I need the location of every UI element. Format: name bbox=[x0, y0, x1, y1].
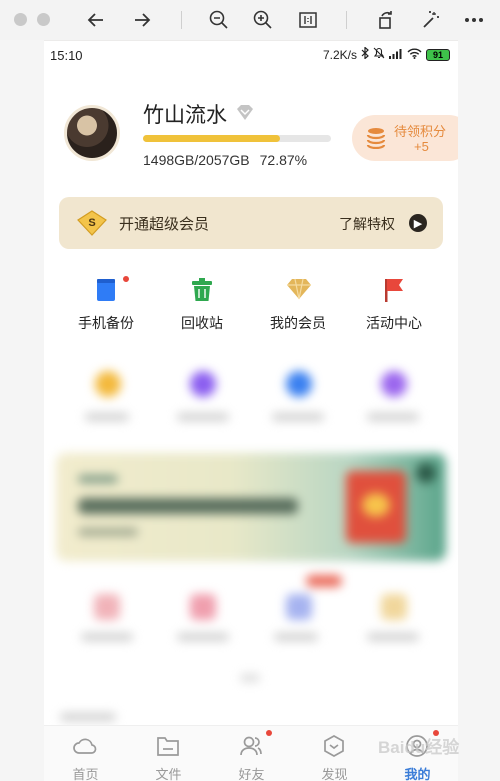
blurred-label bbox=[177, 413, 229, 421]
blurred-close-icon bbox=[416, 463, 436, 483]
tab-label: 好友 bbox=[238, 767, 265, 781]
avatar[interactable] bbox=[64, 105, 120, 161]
notification-dot bbox=[266, 730, 272, 736]
blurred-logo bbox=[78, 475, 118, 483]
super-vip-banner[interactable]: S 开通超级会员 了解特权 ▶ bbox=[59, 197, 443, 249]
menu-label: 活动中心 bbox=[366, 315, 422, 331]
blurred-icon bbox=[190, 371, 216, 397]
phone-screen: 15:10 7.2K/s 91 竹山流水 1498GB/2057GB 72.87% bbox=[44, 41, 458, 781]
coin-stack-icon bbox=[366, 127, 386, 150]
menu-item-my-membership[interactable]: 我的会员 bbox=[253, 273, 343, 333]
tab-label: 首页 bbox=[72, 767, 99, 781]
blurred-headline bbox=[78, 498, 298, 514]
discover-icon bbox=[321, 734, 347, 758]
mute-icon bbox=[373, 47, 385, 62]
tab-home[interactable]: 首页 bbox=[44, 726, 127, 781]
zoom-in-icon[interactable] bbox=[251, 8, 275, 32]
rotate-icon[interactable] bbox=[374, 8, 398, 32]
menu-item-recycle-bin[interactable]: 回收站 bbox=[157, 273, 247, 333]
blurred-label bbox=[272, 413, 324, 421]
toolbar-divider bbox=[181, 11, 182, 29]
canvas-margin-left bbox=[0, 40, 44, 781]
cloud-icon bbox=[72, 734, 98, 758]
wifi-icon bbox=[407, 48, 422, 62]
zoom-out-icon[interactable] bbox=[207, 8, 231, 32]
blurred-icon bbox=[286, 371, 312, 397]
blurred-icon bbox=[95, 371, 121, 397]
menu-item-event-center[interactable]: 活动中心 bbox=[349, 273, 439, 333]
blurred-label bbox=[367, 633, 419, 641]
forward-arrow-icon[interactable] bbox=[130, 8, 154, 32]
blurred-icon bbox=[94, 594, 120, 620]
vip-learn-more-link[interactable]: 了解特权 bbox=[339, 214, 395, 234]
blurred-icon bbox=[190, 594, 216, 620]
blurred-label bbox=[367, 413, 419, 421]
menu-label: 我的会员 bbox=[270, 315, 326, 331]
points-value: +5 bbox=[414, 139, 429, 154]
tab-friends[interactable]: 好友 bbox=[210, 726, 293, 781]
blurred-label bbox=[274, 633, 318, 641]
storage-used: 1498GB/2057GB bbox=[143, 152, 250, 168]
storage-progress-bar bbox=[143, 135, 331, 142]
status-bar: 15:10 7.2K/s 91 bbox=[44, 41, 458, 69]
storage-percent: 72.87% bbox=[259, 152, 308, 168]
tab-label: 发现 bbox=[321, 767, 348, 781]
tab-files[interactable]: 文件 bbox=[127, 726, 210, 781]
tab-discover[interactable]: 发现 bbox=[293, 726, 376, 781]
blurred-section-title bbox=[60, 713, 116, 721]
diamond-icon bbox=[286, 277, 311, 303]
close-window-icon[interactable] bbox=[14, 13, 27, 26]
minimize-window-icon[interactable] bbox=[37, 13, 50, 26]
blurred-label bbox=[85, 413, 129, 421]
svg-text:S: S bbox=[88, 217, 95, 229]
menu-label: 手机备份 bbox=[78, 315, 134, 331]
image-viewer-toolbar bbox=[0, 0, 500, 40]
chevron-right-icon[interactable]: ▶ bbox=[409, 214, 427, 232]
network-speed: 7.2K/s bbox=[322, 47, 357, 62]
blurred-badge bbox=[306, 575, 342, 587]
toolbar-divider bbox=[346, 11, 347, 29]
pending-points-button[interactable]: 待领积分 +5 bbox=[352, 115, 458, 161]
username[interactable]: 竹山流水 bbox=[143, 99, 227, 129]
status-indicators: 7.2K/s 91 bbox=[322, 46, 450, 62]
blurred-chevron bbox=[240, 674, 260, 682]
actual-size-icon[interactable] bbox=[296, 8, 320, 32]
trash-icon bbox=[190, 277, 214, 303]
back-arrow-icon[interactable] bbox=[84, 8, 108, 32]
phone-backup-icon bbox=[94, 277, 118, 303]
folder-icon bbox=[155, 734, 181, 758]
vip-level-badge-icon[interactable] bbox=[235, 104, 255, 121]
baidu-watermark-logo: Baidu经验 bbox=[378, 738, 460, 757]
tab-label: 我的 bbox=[404, 767, 431, 781]
signal-icon bbox=[389, 48, 403, 62]
menu-label: 回收站 bbox=[181, 315, 223, 331]
storage-progress-fill bbox=[143, 135, 280, 142]
magic-wand-icon[interactable] bbox=[419, 8, 443, 32]
blurred-subtext bbox=[78, 528, 138, 536]
bluetooth-icon bbox=[361, 46, 369, 62]
points-label: 待领积分 bbox=[394, 124, 447, 139]
notification-dot bbox=[123, 276, 129, 282]
blurred-icon bbox=[286, 594, 312, 620]
status-time: 15:10 bbox=[50, 48, 83, 63]
tab-label: 文件 bbox=[155, 767, 182, 781]
menu-item-phone-backup[interactable]: 手机备份 bbox=[61, 273, 151, 333]
flag-icon bbox=[382, 277, 406, 303]
blurred-icon bbox=[381, 594, 407, 620]
storage-summary: 1498GB/2057GB 72.87% bbox=[143, 152, 307, 168]
canvas-margin-right bbox=[458, 40, 500, 781]
super-vip-s-icon: S bbox=[77, 210, 107, 236]
vip-banner-label: 开通超级会员 bbox=[119, 216, 210, 233]
blurred-icon bbox=[381, 371, 407, 397]
friends-icon bbox=[238, 734, 264, 758]
battery-indicator: 91 bbox=[426, 48, 450, 61]
blurred-label bbox=[81, 633, 133, 641]
blurred-label bbox=[177, 633, 229, 641]
more-options-icon[interactable] bbox=[462, 8, 486, 32]
blurred-coin bbox=[362, 493, 390, 517]
promo-banner bbox=[56, 453, 446, 561]
